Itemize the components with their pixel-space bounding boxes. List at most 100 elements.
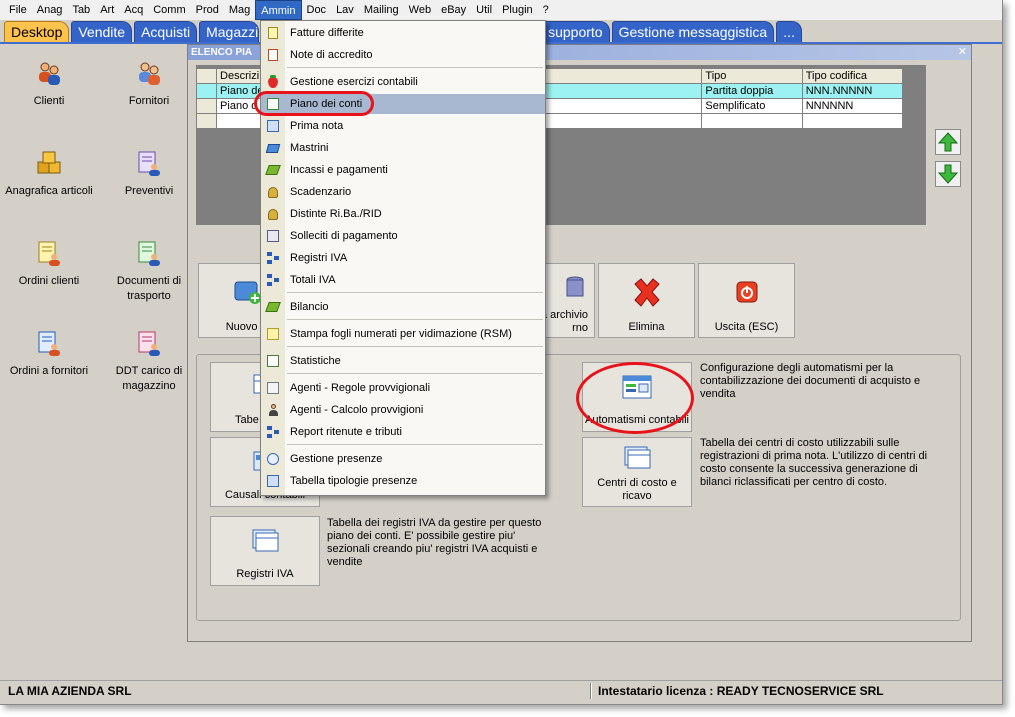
status-separator — [590, 683, 592, 699]
menu-item-label: Tabella tipologie presenze — [290, 475, 418, 487]
menu-item-scadenzario[interactable]: Scadenzario — [261, 182, 545, 202]
archivio-label-line1: a archivio — [540, 309, 588, 321]
cell-empty[interactable] — [701, 113, 803, 129]
menu-help[interactable]: ? — [538, 0, 554, 20]
menu-item-agenti-regole[interactable]: Agenti - Regole provvigionali — [261, 378, 545, 398]
menu-item-label: Gestione esercizi contabili — [290, 76, 418, 88]
tab-desktop[interactable]: Desktop — [4, 21, 70, 42]
menu-item-fatture-differite[interactable]: Fatture differite — [261, 23, 545, 43]
menu-mailing[interactable]: Mailing — [359, 0, 404, 20]
cell-tipo[interactable]: Semplificato — [701, 98, 803, 114]
menu-lav[interactable]: Lav — [331, 0, 359, 20]
menu-file[interactable]: File — [4, 0, 32, 20]
tab-more[interactable]: ... — [776, 21, 802, 42]
menu-acq[interactable]: Acq — [119, 0, 148, 20]
menu-web[interactable]: Web — [404, 0, 436, 20]
menu-item-label: Agenti - Regole provvigionali — [290, 382, 431, 394]
desktop-ddt-carico-label: DDT carico di magazzino — [115, 365, 183, 392]
menu-prod[interactable]: Prod — [191, 0, 224, 20]
row-indicator — [195, 98, 218, 114]
power-icon — [736, 281, 757, 303]
menu-plugin[interactable]: Plugin — [497, 0, 538, 20]
menu-util[interactable]: Util — [471, 0, 497, 20]
status-license: Intestatario licenza : READY TECNOSERVIC… — [598, 684, 884, 698]
tab-magazzino[interactable]: Magazzin — [199, 21, 260, 42]
menu-doc[interactable]: Doc — [302, 0, 332, 20]
menu-item-label: Totali IVA — [290, 274, 336, 286]
tab-supporto[interactable]: supporto — [541, 21, 610, 42]
registri-iva-desc: Tabella dei registri IVA da gestire per … — [327, 517, 542, 568]
menu-art[interactable]: Art — [95, 0, 119, 20]
desktop-ordini-fornitori-label: Ordini a fornitori — [9, 365, 89, 377]
menu-item-distinte-riba[interactable]: Distinte Ri.Ba./RID — [261, 204, 545, 224]
chart-icon — [266, 354, 280, 368]
highlight-ring-automatismi — [576, 362, 694, 434]
desktop-anagrafica-articoli[interactable]: Anagrafica articoli — [3, 150, 95, 199]
centri-costo-icon — [624, 446, 651, 469]
centri-costo-button[interactable]: Centri di costo e ricavo — [582, 437, 692, 507]
menu-ebay[interactable]: eBay — [436, 0, 471, 20]
desktop-clienti[interactable]: Clienti — [3, 60, 95, 109]
registri-iva-icon — [252, 529, 279, 552]
note-icon — [266, 327, 280, 341]
menu-item-report-ritenute[interactable]: Report ritenute e tributi — [261, 422, 545, 442]
menu-item-incassi-pagamenti[interactable]: Incassi e pagamenti — [261, 160, 545, 180]
cell-tipo[interactable]: Partita doppia — [701, 83, 803, 99]
arrow-up-icon — [937, 132, 959, 152]
menu-item-agenti-calcolo[interactable]: Agenti - Calcolo provvigioni — [261, 400, 545, 420]
cell-codifica[interactable]: NNNNNN — [801, 98, 904, 114]
menu-item-label: Agenti - Calcolo provvigioni — [290, 404, 424, 416]
menu-item-note-accredito[interactable]: Note di accredito — [261, 45, 545, 65]
menu-item-statistiche[interactable]: Statistiche — [261, 351, 545, 371]
tab-acquisti[interactable]: Acquisti — [134, 21, 198, 42]
move-up-button[interactable] — [935, 129, 961, 155]
tab-gestione-messaggistica[interactable]: Gestione messaggistica — [611, 21, 775, 42]
menu-item-registri-iva[interactable]: Registri IVA — [261, 248, 545, 268]
menu-tab[interactable]: Tab — [67, 0, 95, 20]
menu-mag[interactable]: Mag — [224, 0, 255, 20]
close-icon[interactable]: ✕ — [958, 45, 967, 60]
menu-item-label: Bilancio — [290, 301, 329, 313]
desktop-fornitori-label: Fornitori — [128, 95, 170, 107]
menu-item-solleciti[interactable]: Solleciti di pagamento — [261, 226, 545, 246]
document-icon — [266, 26, 280, 40]
menu-anag[interactable]: Anag — [32, 0, 68, 20]
menu-comm[interactable]: Comm — [148, 0, 190, 20]
menu-item-prima-nota[interactable]: Prima nota — [261, 116, 545, 136]
menu-item-mastrini[interactable]: Mastrini — [261, 138, 545, 158]
centri-costo-label: Centri di costo e ricavo — [583, 477, 691, 503]
strawberry-icon — [266, 75, 280, 89]
registri-iva-button[interactable]: Registri IVA — [210, 516, 320, 586]
archivio-label-line2: rno — [572, 322, 588, 334]
uscita-button[interactable]: Uscita (ESC) — [698, 263, 795, 338]
menu-item-bilancio[interactable]: Bilancio — [261, 297, 545, 317]
book-icon — [265, 141, 281, 155]
menu-item-stampa-fogli[interactable]: Stampa fogli numerati per vidimazione (R… — [261, 324, 545, 344]
money-arrow-icon — [265, 163, 281, 177]
grid-header-codifica[interactable]: Tipo codifica — [801, 68, 904, 84]
menu-separator — [287, 319, 543, 320]
desktop-documenti-trasporto-label: Documenti di trasporto — [116, 275, 182, 302]
desktop-ddt-carico[interactable]: DDT carico di magazzino — [103, 330, 195, 394]
menu-item-gestione-presenze[interactable]: Gestione presenze — [261, 449, 545, 469]
cell-empty[interactable] — [801, 113, 904, 129]
desktop-ordini-fornitori[interactable]: Ordini a fornitori — [3, 330, 95, 379]
menu-item-gestione-esercizi[interactable]: Gestione esercizi contabili — [261, 72, 545, 92]
desktop-fornitori[interactable]: Fornitori — [103, 60, 195, 109]
desktop-panel: Clienti Fornitori Anagrafica articoli Pr… — [0, 46, 186, 676]
elimina-button[interactable]: Elimina — [598, 263, 695, 338]
tab-vendite[interactable]: Vendite — [71, 21, 133, 42]
grid-header-tipo[interactable]: Tipo — [701, 68, 803, 84]
menu-ammin[interactable]: Ammin — [255, 0, 302, 20]
menu-item-tipologie-presenze[interactable]: Tabella tipologie presenze — [261, 471, 545, 491]
move-down-button[interactable] — [935, 161, 961, 187]
highlight-ring-piano-conti — [254, 91, 374, 116]
menu-item-totali-iva[interactable]: Totali IVA — [261, 270, 545, 290]
desktop-ordini-clienti[interactable]: Ordini clienti — [3, 240, 95, 289]
money-bag-icon — [266, 185, 280, 199]
desktop-preventivi[interactable]: Preventivi — [103, 150, 195, 199]
cell-codifica[interactable]: NNN.NNNNN — [801, 83, 904, 99]
desktop-documenti-trasporto[interactable]: Documenti di trasporto — [103, 240, 195, 304]
menu-item-label: Gestione presenze — [290, 453, 383, 465]
desktop-anagrafica-articoli-label: Anagrafica articoli — [5, 185, 93, 197]
